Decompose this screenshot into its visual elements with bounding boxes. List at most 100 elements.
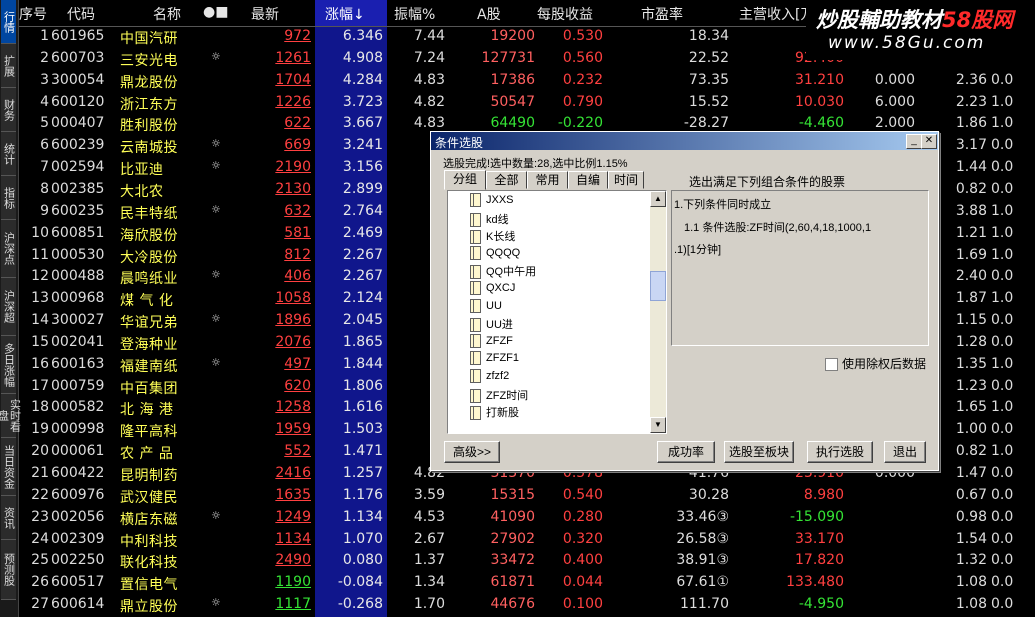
tab-0[interactable]: 分组: [444, 170, 486, 190]
table-row[interactable]: 27 600614 鼎立股份 ☼ 1117 -0.268 1.70 44676 0.100 111…: [19, 594, 1035, 616]
cell-price: 1959: [275, 421, 311, 438]
side-tab[interactable]: 沪深超: [1, 278, 16, 336]
table-row[interactable]: 22 600976 武汉健民 1635 1.176 3.59 15315 0.540 30.28…: [19, 485, 1035, 507]
cell-rev: -4.460: [798, 115, 844, 132]
cell-chg: 2.469: [342, 224, 383, 241]
tab-4[interactable]: 时间: [608, 171, 644, 189]
tab-3[interactable]: 自编: [568, 171, 608, 189]
column-header[interactable]: 每股收益: [537, 4, 593, 24]
side-tab[interactable]: 统计: [1, 132, 16, 176]
table-row[interactable]: 24 002309 中利科技 1134 1.070 2.67 27902 0.320 26.58…: [19, 529, 1035, 551]
formula-tree[interactable]: JXXS kd线 K长线 QQQQ QQ中午用 QXCJ UU UU进 ZFZF ZFZF1 zfz…: [447, 190, 667, 434]
side-tab[interactable]: 实时看盘: [0, 394, 22, 438]
cell-chg: 1.176: [342, 486, 383, 503]
tree-item[interactable]: JXXS: [470, 193, 514, 210]
tree-scrollbar[interactable]: ▲ ▼: [650, 191, 666, 433]
cell-name: 福建南纸: [120, 358, 178, 375]
column-header[interactable]: 主营收入[万: [739, 4, 814, 24]
column-header[interactable]: ●■: [203, 4, 228, 20]
cell-code: 600235: [51, 202, 105, 219]
tree-item[interactable]: zfzf2: [470, 369, 509, 386]
dialog-titlebar[interactable]: 条件选股 _ ✕: [431, 132, 938, 150]
cell-price: 972: [284, 28, 311, 44]
column-header[interactable]: 代码: [67, 4, 95, 24]
tree-item[interactable]: UU进: [470, 316, 513, 333]
cell-no: 1: [40, 28, 49, 44]
cell-code: 600614: [51, 596, 105, 613]
column-header[interactable]: 涨幅↓: [325, 4, 365, 24]
advanced-button[interactable]: 高级>>: [444, 441, 500, 463]
column-header[interactable]: 振幅%: [394, 4, 435, 24]
scroll-thumb[interactable]: [650, 271, 666, 301]
cell-pe: 67.61①: [676, 574, 729, 591]
cell-chg: 4.908: [342, 49, 383, 66]
cell-no: 25: [31, 552, 49, 569]
table-row[interactable]: 23 002056 横店东磁 ☼ 1249 1.134 4.53 41090 0.280 33.4…: [19, 507, 1035, 529]
tree-item[interactable]: kd线: [470, 211, 509, 228]
cell-pe: 30.28: [688, 486, 729, 503]
cell-z: 0.0: [991, 159, 1014, 176]
tree-item[interactable]: ZFZF: [470, 333, 513, 351]
table-row[interactable]: 3 300054 鼎龙股份 1704 4.284 4.83 17386 0.232 73.35 3…: [19, 70, 1035, 92]
tree-item[interactable]: K长线: [470, 228, 515, 245]
side-tab[interactable]: 预测股: [1, 540, 16, 600]
close-icon[interactable]: ✕: [921, 134, 937, 149]
table-row[interactable]: 26 600517 置信电气 1190 -0.084 1.34 61871 0.044 67.6…: [19, 572, 1035, 594]
cell-z: 0.0: [991, 530, 1014, 547]
cell-ash: 17386: [490, 71, 535, 88]
side-tab[interactable]: 沪深点: [1, 220, 16, 278]
cell-eps: 0.790: [562, 93, 603, 110]
cell-chg: -0.084: [337, 574, 383, 591]
scroll-up-icon[interactable]: ▲: [650, 191, 666, 207]
tree-item[interactable]: UU: [470, 298, 502, 316]
side-tab[interactable]: 行情: [1, 0, 16, 44]
cell-mk: ☼: [211, 355, 221, 369]
tree-item[interactable]: 打新股: [470, 404, 519, 421]
table-row[interactable]: 25 002250 联化科技 2490 0.080 1.37 33472 0.400 38.91…: [19, 550, 1035, 572]
cell-no: 18: [31, 399, 49, 416]
column-header[interactable]: 最新: [251, 4, 279, 24]
column-header[interactable]: 序号: [19, 4, 47, 24]
cell-y: 1.54: [955, 530, 987, 547]
cell-name: 横店东磁: [120, 511, 178, 528]
tree-item[interactable]: QQQQ: [470, 245, 520, 263]
success-rate-button[interactable]: 成功率: [657, 441, 715, 463]
column-header[interactable]: 名称: [153, 4, 181, 24]
side-tab[interactable]: 扩展: [1, 44, 16, 88]
scroll-down-icon[interactable]: ▼: [650, 417, 666, 433]
tree-item[interactable]: QXCJ: [470, 281, 515, 298]
cell-no: 7: [40, 159, 49, 176]
select-to-block-button[interactable]: 选股至板块: [724, 441, 794, 463]
tree-item-label: zfzf2: [486, 369, 510, 382]
side-tab[interactable]: 财务: [1, 88, 16, 132]
column-header[interactable]: 市盈率: [641, 4, 683, 24]
cell-pe: -28.27: [683, 115, 729, 132]
tab-2[interactable]: 常用: [527, 171, 568, 189]
cell-price: 2190: [275, 159, 311, 176]
table-row[interactable]: 4 600120 浙江东方 1226 3.723 4.82 50547 0.790 15.52 1…: [19, 92, 1035, 114]
checkbox-box[interactable]: [825, 358, 838, 372]
side-tab[interactable]: 当日资金: [1, 438, 16, 496]
side-tab[interactable]: 指标: [1, 176, 16, 220]
cell-z: 0.0: [991, 508, 1014, 525]
column-header[interactable]: A股: [477, 4, 501, 24]
cell-z: 0.0: [991, 465, 1014, 481]
cell-amp: 2.67: [413, 530, 445, 547]
tab-1[interactable]: 全部: [486, 171, 527, 189]
exit-button[interactable]: 退出: [884, 441, 926, 463]
use-exright-checkbox[interactable]: 使用除权后数据: [825, 355, 926, 372]
cell-code: 601965: [51, 28, 105, 44]
tree-item[interactable]: ZFZF1: [470, 351, 519, 368]
minimize-icon[interactable]: _: [906, 134, 922, 149]
side-tab[interactable]: 多日涨幅: [1, 336, 16, 394]
condition-list[interactable]: 1.下列条件同时成立 1.1 条件选股:ZF时间(2,60,4,18,1000,…: [671, 190, 929, 346]
cell-name: 民丰特纸: [120, 205, 178, 222]
execute-select-button[interactable]: 执行选股: [807, 441, 873, 463]
cell-chg: 3.156: [342, 159, 383, 176]
cell-code: 600517: [51, 574, 105, 591]
tree-item[interactable]: QQ中午用: [470, 263, 536, 280]
tree-item[interactable]: ZFZ时间: [470, 387, 528, 404]
side-tab[interactable]: 资讯: [1, 496, 16, 540]
cell-rev: 17.820: [795, 552, 844, 569]
cell-z: 1.0: [991, 399, 1014, 416]
